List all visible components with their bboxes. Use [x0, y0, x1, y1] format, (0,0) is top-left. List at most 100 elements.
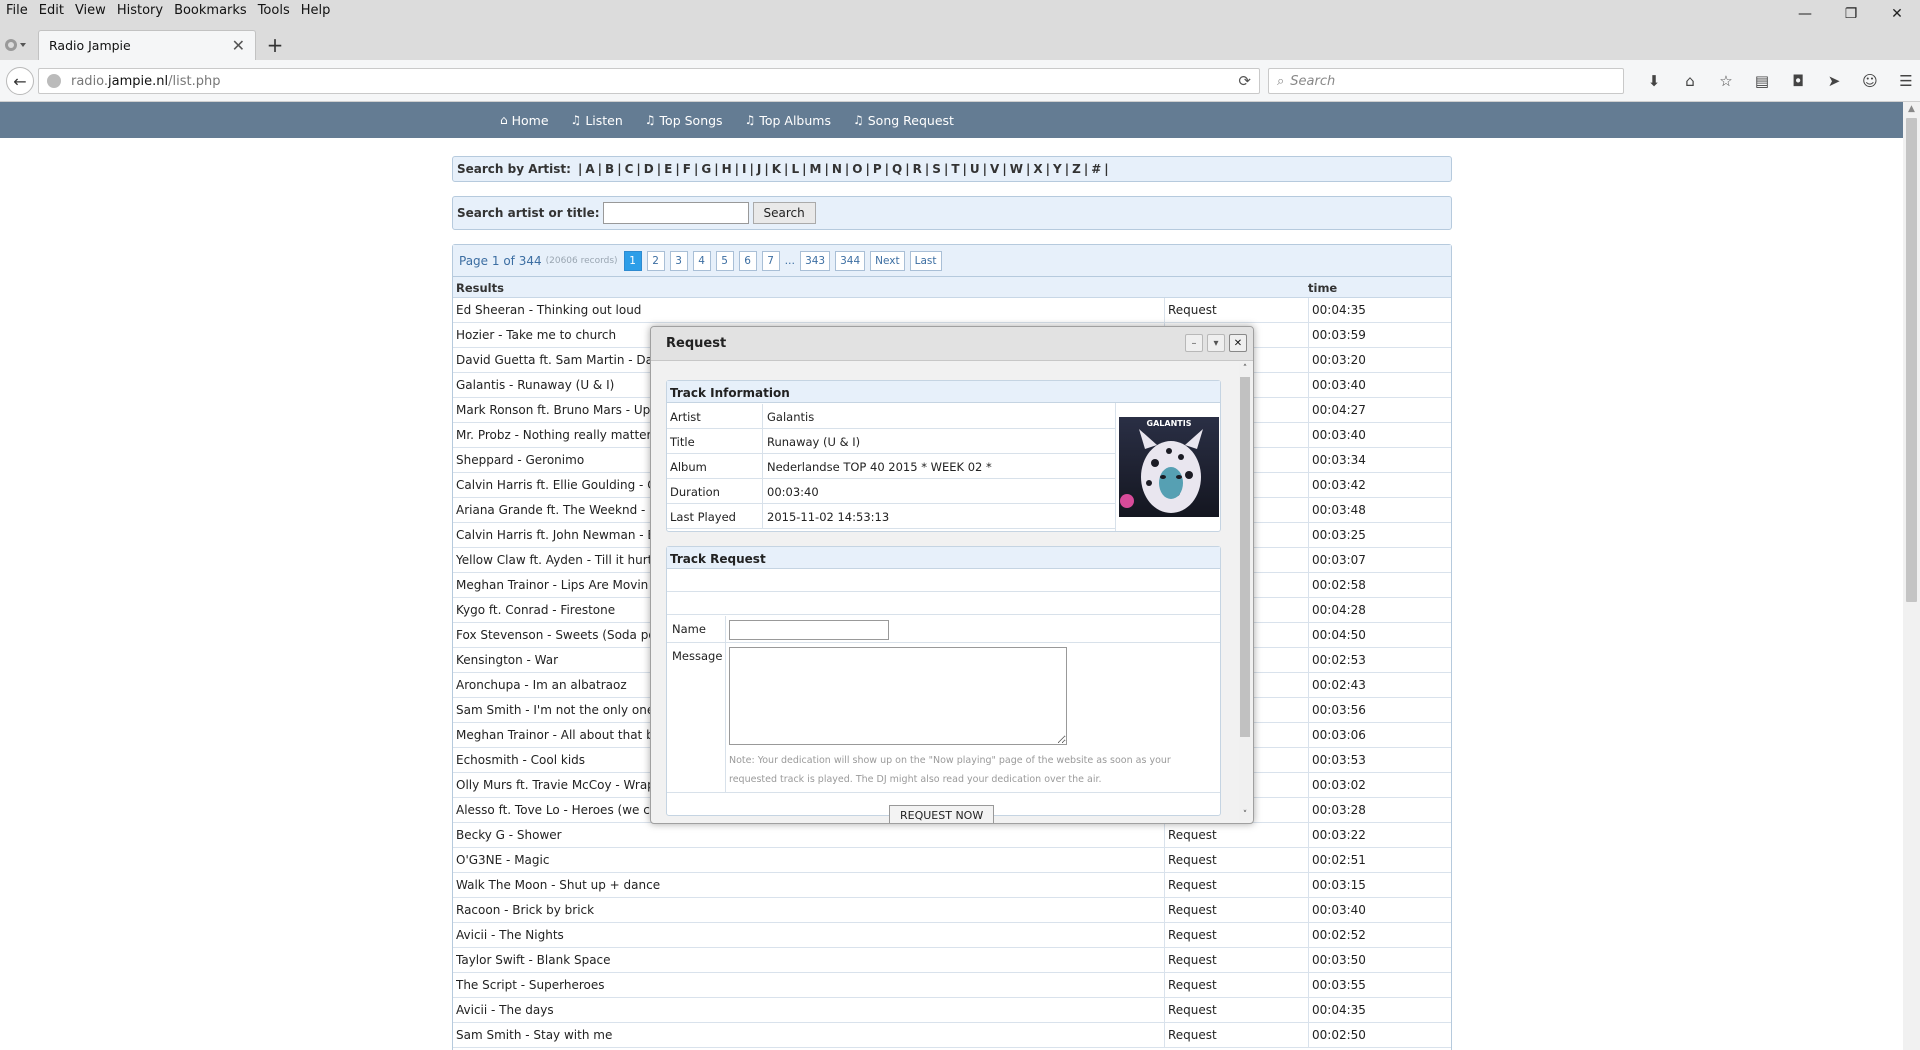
- next-page-button[interactable]: Next: [870, 250, 905, 271]
- menu-history[interactable]: History: [117, 3, 163, 18]
- az-letter-link[interactable]: B: [605, 162, 614, 176]
- search-input[interactable]: [602, 202, 749, 224]
- nav-home[interactable]: ⌂ Home: [500, 113, 549, 128]
- az-letter-link[interactable]: X: [1033, 162, 1042, 176]
- request-link[interactable]: Request: [1164, 973, 1308, 997]
- url-bar[interactable]: radio.jampie.nl/list.php ⟳: [38, 68, 1260, 94]
- az-letter-link[interactable]: S: [932, 162, 941, 176]
- dialog-scroll-thumb[interactable]: [1240, 377, 1250, 737]
- send-icon[interactable]: ➤: [1816, 69, 1852, 93]
- hamburger-menu-icon[interactable]: ☰: [1888, 69, 1920, 93]
- az-letter-link[interactable]: H: [722, 162, 732, 176]
- az-separator: |: [784, 162, 789, 176]
- new-tab-button[interactable]: +: [262, 33, 288, 57]
- az-letter-link[interactable]: F: [683, 162, 691, 176]
- az-letter-link[interactable]: V: [990, 162, 999, 176]
- request-link[interactable]: Request: [1164, 923, 1308, 947]
- az-letter-link[interactable]: K: [772, 162, 781, 176]
- dialog-scroll-up-icon[interactable]: ˄: [1239, 363, 1251, 375]
- site-info-icon[interactable]: [47, 74, 61, 88]
- message-textarea[interactable]: [729, 647, 1067, 745]
- restore-window-button[interactable]: ❐: [1828, 0, 1874, 28]
- page-scrollbar[interactable]: ▲: [1903, 102, 1920, 1050]
- home-icon[interactable]: ⌂: [1672, 69, 1708, 93]
- browser-search-box[interactable]: ⌕ Search: [1268, 68, 1624, 94]
- tab-groups-icon[interactable]: [4, 37, 28, 53]
- az-letter-link[interactable]: A: [585, 162, 594, 176]
- dialog-header[interactable]: Request – ▾ ✕: [651, 327, 1253, 361]
- current-page-button[interactable]: 1: [623, 250, 642, 271]
- page-button[interactable]: 7: [761, 250, 780, 271]
- tab-close-icon[interactable]: ✕: [232, 36, 245, 55]
- az-letter-link[interactable]: Y: [1053, 162, 1062, 176]
- az-letter-link[interactable]: W: [1010, 162, 1023, 176]
- page-button[interactable]: 3: [669, 250, 688, 271]
- page-button[interactable]: 5: [715, 250, 734, 271]
- request-link[interactable]: Request: [1164, 998, 1308, 1022]
- dialog-scrollbar[interactable]: ˄ ˅: [1239, 363, 1251, 821]
- chat-icon[interactable]: ☺: [1852, 69, 1888, 93]
- close-dialog-icon[interactable]: ✕: [1229, 334, 1247, 352]
- az-letter-link[interactable]: #: [1091, 162, 1101, 176]
- nav-top-albums[interactable]: ♫ Top Albums: [745, 113, 831, 128]
- request-link[interactable]: Request: [1164, 298, 1308, 322]
- az-letter-link[interactable]: Z: [1072, 162, 1081, 176]
- az-letter-link[interactable]: L: [791, 162, 799, 176]
- search-button[interactable]: Search: [752, 202, 816, 224]
- minimize-window-button[interactable]: —: [1782, 0, 1828, 28]
- page-button[interactable]: 4: [692, 250, 711, 271]
- az-letter-link[interactable]: U: [970, 162, 980, 176]
- track-info-value: Runaway (U & I): [762, 429, 1115, 453]
- minimize-dialog-icon[interactable]: –: [1185, 334, 1203, 352]
- reload-icon[interactable]: ⟳: [1238, 72, 1251, 90]
- menu-file[interactable]: File: [6, 3, 28, 18]
- az-letter-link[interactable]: G: [701, 162, 711, 176]
- dialog-scroll-down-icon[interactable]: ˅: [1239, 809, 1251, 821]
- az-letter-link[interactable]: N: [832, 162, 842, 176]
- az-letter-link[interactable]: T: [951, 162, 959, 176]
- page-button[interactable]: 6: [738, 250, 757, 271]
- menu-bookmarks[interactable]: Bookmarks: [174, 3, 247, 18]
- az-separator: |: [577, 162, 583, 176]
- tab-radio-jampie[interactable]: Radio Jampie ✕: [38, 30, 256, 60]
- collapse-dialog-icon[interactable]: ▾: [1207, 334, 1225, 352]
- scroll-up-icon[interactable]: ▲: [1903, 102, 1920, 116]
- request-link[interactable]: Request: [1164, 823, 1308, 847]
- back-button[interactable]: ←: [6, 67, 34, 95]
- bookmark-star-icon[interactable]: ☆: [1708, 69, 1744, 93]
- request-link[interactable]: Request: [1164, 873, 1308, 897]
- page-button[interactable]: 343: [800, 250, 831, 271]
- az-letter-link[interactable]: R: [913, 162, 922, 176]
- az-letter-link[interactable]: M: [809, 162, 821, 176]
- scroll-thumb[interactable]: [1906, 118, 1917, 602]
- az-letter-link[interactable]: J: [757, 162, 761, 176]
- az-letter-link[interactable]: P: [873, 162, 882, 176]
- az-letter-link[interactable]: E: [664, 162, 672, 176]
- az-letter-link[interactable]: I: [742, 162, 746, 176]
- request-link[interactable]: Request: [1164, 948, 1308, 972]
- az-letter-link[interactable]: C: [625, 162, 634, 176]
- request-link[interactable]: Request: [1164, 848, 1308, 872]
- request-link[interactable]: Request: [1164, 898, 1308, 922]
- page-button[interactable]: 2: [646, 250, 665, 271]
- request-link[interactable]: Request: [1164, 1023, 1308, 1047]
- nav-song-request[interactable]: ♫ Song Request: [853, 113, 954, 128]
- menu-tools[interactable]: Tools: [258, 3, 290, 18]
- last-page-button[interactable]: Last: [909, 250, 942, 271]
- az-letter-link[interactable]: D: [644, 162, 654, 176]
- request-now-button[interactable]: REQUEST NOW: [889, 805, 995, 823]
- download-icon[interactable]: ⬇: [1636, 69, 1672, 93]
- close-window-button[interactable]: ✕: [1874, 0, 1920, 28]
- nav-listen[interactable]: ♫ Listen: [571, 113, 623, 128]
- menu-view[interactable]: View: [75, 3, 106, 18]
- name-input[interactable]: [729, 620, 889, 640]
- az-letter-link[interactable]: O: [852, 162, 862, 176]
- pocket-icon[interactable]: ◘: [1780, 69, 1816, 93]
- menu-help[interactable]: Help: [301, 3, 331, 18]
- track-time: 00:02:50: [1308, 1023, 1451, 1047]
- menu-edit[interactable]: Edit: [39, 3, 64, 18]
- page-button[interactable]: 344: [835, 250, 866, 271]
- reading-list-icon[interactable]: ▤: [1744, 69, 1780, 93]
- nav-top-songs[interactable]: ♫ Top Songs: [645, 113, 723, 128]
- az-letter-link[interactable]: Q: [892, 162, 902, 176]
